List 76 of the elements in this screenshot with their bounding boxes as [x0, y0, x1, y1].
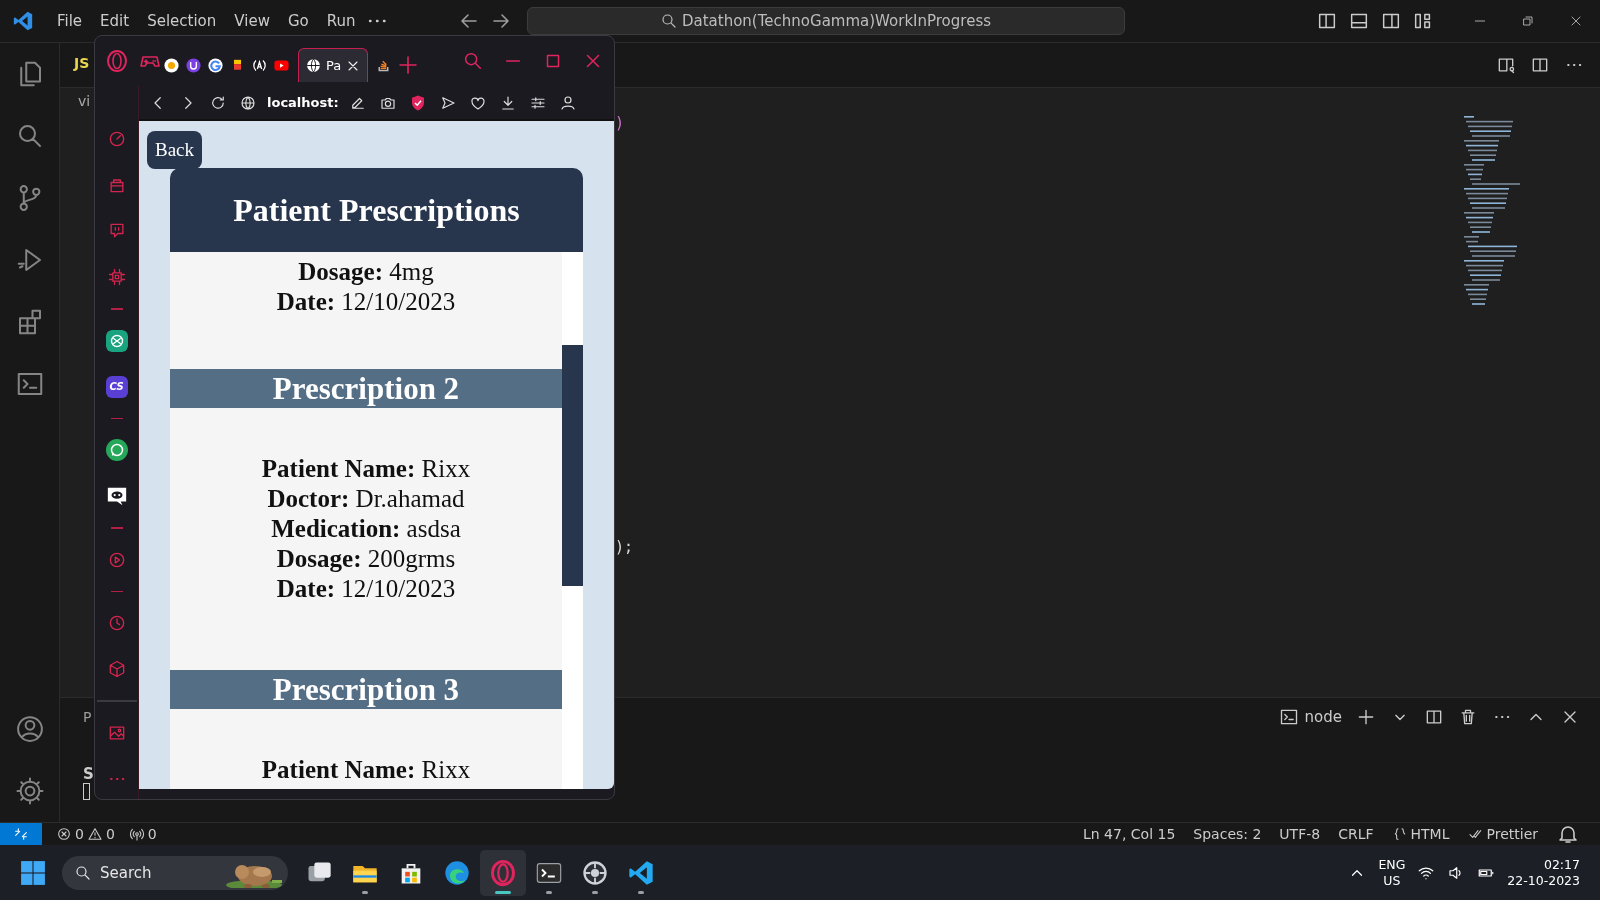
search-icon	[660, 12, 678, 30]
prescription-detail: Date: 12/10/2023	[276, 574, 456, 604]
section-heading: Prescription 3	[170, 670, 562, 709]
language-code: ENG	[1378, 856, 1406, 873]
breadcrumb[interactable]: vi	[78, 93, 91, 109]
prescription-detail: Medication: asdsa	[271, 514, 461, 544]
add-terminal-icon[interactable]	[1356, 707, 1376, 727]
encoding[interactable]: UTF-8	[1279, 826, 1321, 842]
prescription-detail: Dosage: 4mg	[298, 257, 434, 287]
page-title: Patient Prescriptions	[233, 191, 520, 229]
browser-tab[interactable]: Pa	[298, 48, 369, 82]
terminal-output: S	[83, 766, 94, 783]
section-heading: Prescription 2	[170, 369, 562, 408]
error-count: 0	[75, 826, 84, 842]
menu-item[interactable]: View	[225, 8, 279, 34]
terminal-cursor	[83, 783, 90, 800]
favicon-icon	[207, 56, 224, 74]
region-code: US	[1383, 872, 1401, 889]
line-ending[interactable]: CRLF	[1338, 826, 1374, 842]
formatter-status[interactable]: Prettier	[1486, 826, 1538, 842]
address-field[interactable]: localhost:	[267, 95, 339, 110]
clock-date[interactable]: 22-10-2023	[1507, 872, 1580, 889]
account-icon[interactable]	[14, 714, 45, 744]
search-icon	[74, 863, 92, 882]
app-icon	[443, 858, 471, 887]
code-text: )	[615, 114, 625, 133]
favicon-icon	[163, 56, 180, 74]
warning-count: 0	[105, 826, 115, 842]
menu-item[interactable]: File	[48, 8, 92, 34]
whatsapp-icon[interactable]	[105, 439, 128, 461]
menu-item[interactable]: Go	[278, 8, 318, 34]
prescription-detail: Dosage: 200grms	[276, 544, 456, 574]
chip-icon[interactable]	[106, 267, 127, 287]
prescription-detail: Patient Name: Rixx	[261, 454, 471, 484]
taskbar-app[interactable]	[480, 849, 526, 896]
ports-count: 0	[147, 826, 157, 842]
globe-icon	[239, 93, 257, 112]
cursor-position[interactable]: Ln 47, Col 15	[1083, 826, 1176, 842]
terminal-selector[interactable]: node	[1278, 707, 1342, 727]
language-indicator[interactable]: ENG US	[1378, 856, 1406, 889]
antenna-icon	[128, 826, 145, 842]
error-icon	[56, 826, 72, 842]
editor-tab[interactable]: JS	[74, 55, 90, 71]
terminal-icon	[1278, 707, 1299, 727]
prescription-detail: Patient Name: Rixx	[261, 755, 471, 785]
workspace-title: Datathon(TechnoGamma)WorkInProgress	[682, 12, 991, 30]
app-shortcut[interactable]: CS	[105, 375, 128, 398]
menu-item[interactable]: Run	[317, 8, 365, 34]
problems-indicator[interactable]: 0 0	[56, 826, 115, 842]
search-icon[interactable]	[462, 50, 484, 72]
prescription-detail: Date: 12/10/2023	[276, 287, 456, 317]
favicon-icon	[185, 56, 202, 74]
app-icon	[581, 858, 609, 887]
language-mode[interactable]: HTML	[1410, 826, 1450, 842]
code-text: );	[615, 538, 634, 557]
menu-item[interactable]: Edit	[91, 8, 139, 34]
start-icon[interactable]	[20, 859, 46, 886]
command-center[interactable]: Datathon(TechnoGamma)WorkInProgress	[526, 7, 1125, 35]
warning-icon	[86, 826, 103, 842]
menu-item[interactable]: Selection	[138, 8, 226, 34]
opera-logo-icon[interactable]	[104, 49, 129, 73]
vscode-logo-icon	[12, 10, 34, 32]
panel-tab[interactable]: P	[83, 709, 92, 725]
clock-time[interactable]: 02:17	[1543, 856, 1580, 873]
prescription-detail: Doctor: Dr.ahamad	[267, 484, 465, 514]
taskbar-search[interactable]: Search	[62, 855, 288, 890]
back-button[interactable]: Back	[147, 131, 203, 169]
scrollbar-thumb[interactable]	[562, 345, 583, 586]
indentation[interactable]: Spaces: 2	[1193, 826, 1262, 842]
app-icon	[489, 858, 517, 887]
favicon-icon	[305, 57, 322, 74]
reload-icon[interactable]	[209, 93, 227, 112]
settings-icon[interactable]	[14, 776, 45, 806]
remote-icon	[13, 826, 29, 842]
ports-indicator[interactable]: 0	[128, 826, 157, 842]
remote-button[interactable]	[0, 822, 42, 846]
